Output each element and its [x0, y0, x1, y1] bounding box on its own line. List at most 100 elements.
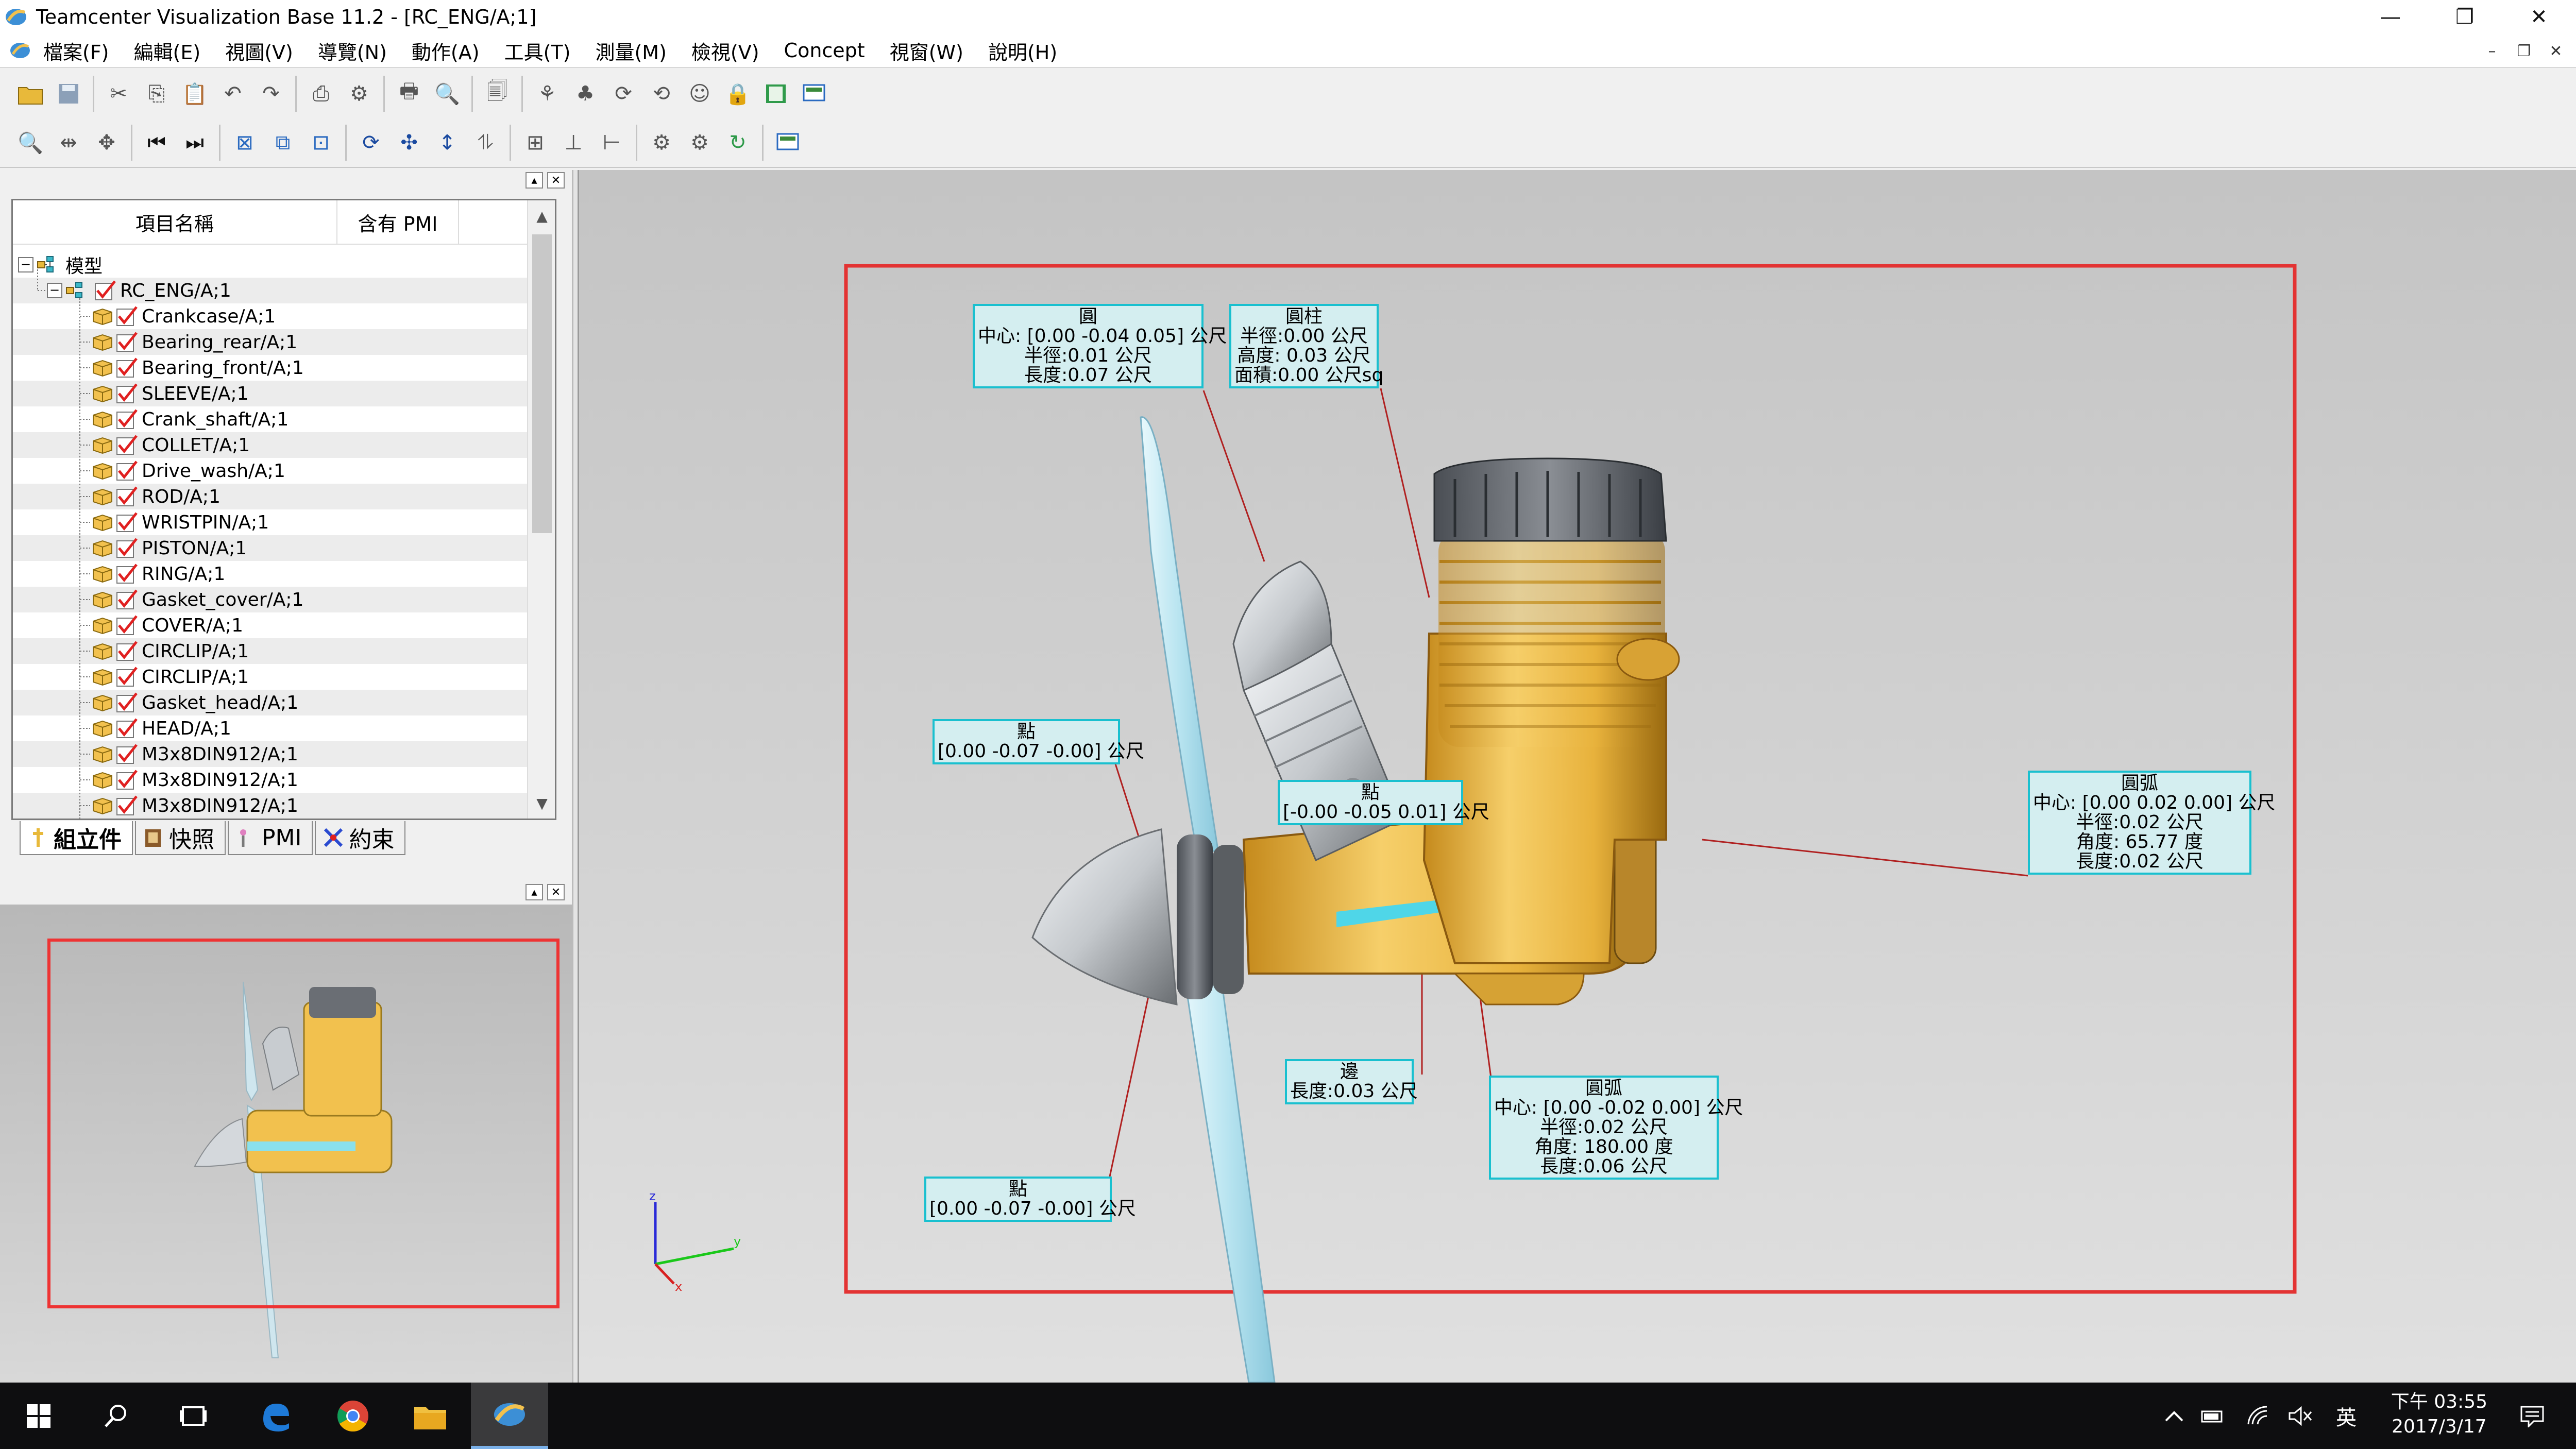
lock-icon[interactable]: 🔒 — [719, 75, 757, 113]
screen-icon[interactable] — [795, 75, 833, 113]
volume-tray[interactable] — [2287, 1383, 2313, 1449]
view-icon[interactable]: ⊡ — [302, 124, 340, 162]
align-icon[interactable]: ⊞ — [516, 124, 554, 162]
hierarchy-icon[interactable]: ♣ — [566, 75, 604, 113]
preview-close-button[interactable]: ✕ — [547, 884, 565, 900]
tree-branch-icon[interactable]: ⊥ — [554, 124, 592, 162]
zoom-window-icon[interactable]: ⧉ — [264, 124, 302, 162]
pmi-edge-annotation[interactable]: 邊 長度:0.03 公尺 — [1285, 1059, 1418, 1104]
close-button[interactable]: ✕ — [2502, 0, 2576, 34]
column-has-pmi[interactable]: 含有 PMI — [337, 200, 459, 244]
pan-icon[interactable]: ⇹ — [49, 124, 88, 162]
panel-splitter[interactable] — [572, 170, 579, 1383]
tab-snapshot[interactable]: 快照 — [135, 821, 226, 855]
tab-pmi[interactable]: PMI — [228, 821, 313, 855]
tab-assembly[interactable]: 組立件 — [20, 821, 133, 855]
thumbnail-view-frame[interactable] — [47, 939, 560, 1308]
scroll-down-arrow[interactable]: ▼ — [528, 788, 555, 819]
menu-measure[interactable]: 測量(M) — [595, 37, 666, 65]
open-folder-icon[interactable] — [11, 75, 49, 113]
edge-browser-button[interactable] — [237, 1383, 314, 1449]
rotate-icon[interactable]: ⟳ — [352, 124, 390, 162]
battery-tray[interactable] — [2200, 1383, 2226, 1449]
page-setup-icon[interactable]: 🔍 — [428, 75, 466, 113]
teamcenter-taskbar-button[interactable] — [471, 1383, 548, 1449]
start-button[interactable] — [0, 1383, 77, 1449]
print-icon[interactable]: ⎙ — [302, 75, 340, 113]
scroll-up-arrow[interactable]: ▲ — [528, 200, 555, 231]
scroll-thumb[interactable] — [532, 234, 552, 533]
menu-navigate[interactable]: 導覽(N) — [318, 37, 387, 65]
mdi-restore-button[interactable]: ❐ — [2508, 39, 2540, 63]
pmi-point-annotation-3[interactable]: 點 [0.00 -0.07 -0.00] 公尺 — [924, 1177, 1136, 1222]
panel-float-button[interactable]: ▴ — [526, 172, 543, 189]
pmi-arc-annotation-1[interactable]: 圓弧 中心: [0.00 0.02 0.00] 公尺 半徑:0.02 公尺 角度… — [2028, 771, 2275, 875]
zoom-icon[interactable]: 🔍 — [11, 124, 49, 162]
minimize-button[interactable]: — — [2353, 0, 2428, 34]
menu-concept[interactable]: Concept — [784, 39, 865, 62]
person-icon[interactable]: ☺ — [681, 75, 719, 113]
pmi-cylinder-annotation[interactable]: 圓柱 半徑:0.00 公尺 高度: 0.03 公尺 面積:0.00 公尺sq — [1229, 304, 1383, 388]
print-preview-icon[interactable]: 🖶 — [390, 75, 428, 113]
sync-icon[interactable]: ⟳ — [604, 75, 642, 113]
network-tray[interactable] — [2246, 1383, 2272, 1449]
pmi-point-annotation-2[interactable]: 點 [-0.00 -0.05 0.01] 公尺 — [1278, 780, 1489, 825]
mdi-minimize-button[interactable]: – — [2476, 39, 2508, 63]
task-view-button[interactable] — [155, 1383, 232, 1449]
display-icon[interactable] — [769, 124, 807, 162]
pmi-arc-annotation-2[interactable]: 圓弧 中心: [0.00 -0.02 0.00] 公尺 半徑:0.02 公尺 角… — [1489, 1076, 1743, 1180]
menu-tools[interactable]: 工具(T) — [504, 37, 571, 65]
first-frame-icon[interactable]: ⏮ — [138, 124, 176, 162]
search-button[interactable] — [77, 1383, 155, 1449]
fit-all-icon[interactable]: ⊠ — [226, 124, 264, 162]
document-app-icon[interactable] — [8, 39, 32, 62]
file-explorer-button[interactable] — [392, 1383, 469, 1449]
menu-edit[interactable]: 編輯(E) — [134, 37, 201, 65]
menu-action[interactable]: 動作(A) — [412, 37, 480, 65]
panel-close-button[interactable]: ✕ — [547, 172, 565, 189]
section-icon[interactable]: ⥮ — [466, 124, 504, 162]
taskbar-clock[interactable]: 下午 03:55 2017/3/17 — [2391, 1390, 2487, 1439]
tree-icon[interactable]: ⚘ — [528, 75, 566, 113]
show-hidden-icons-button[interactable] — [2164, 1383, 2184, 1449]
chrome-browser-button[interactable] — [314, 1383, 392, 1449]
3d-viewport[interactable]: z y x 圓 中心: [0.00 -0.04 0.05] 公尺 半徑:0.01… — [579, 170, 2576, 1383]
group-a-icon[interactable]: ⚙ — [642, 124, 681, 162]
menu-view[interactable]: 視圖(V) — [225, 37, 293, 65]
paste-icon[interactable]: 📋 — [176, 75, 214, 113]
vertical-move-icon[interactable]: ↕ — [428, 124, 466, 162]
tree-vertical-scrollbar[interactable]: ▲ ▼ — [527, 200, 555, 819]
undo-icon[interactable]: ↶ — [214, 75, 252, 113]
toolbar-separator — [636, 125, 637, 161]
pick-icon[interactable]: ✥ — [88, 124, 126, 162]
input-method-indicator[interactable]: 英 — [2336, 1383, 2357, 1449]
task-view-icon — [180, 1406, 207, 1426]
menu-inspect[interactable]: 檢視(V) — [691, 37, 759, 65]
save-icon[interactable] — [49, 75, 88, 113]
toolbar-separator — [295, 76, 297, 112]
menu-help[interactable]: 說明(H) — [988, 37, 1057, 65]
move-icon[interactable]: ✣ — [390, 124, 428, 162]
copy-icon[interactable]: ⎘ — [138, 75, 176, 113]
tab-constraint[interactable]: 約束 — [315, 821, 406, 855]
sync-all-icon[interactable]: ⟲ — [642, 75, 681, 113]
cut-icon[interactable]: ✂ — [99, 75, 138, 113]
overview-thumbnail[interactable] — [0, 905, 572, 1383]
menu-file[interactable]: 檔案(F) — [43, 37, 109, 65]
action-center-button[interactable] — [2519, 1383, 2545, 1449]
group-b-icon[interactable]: ⚙ — [681, 124, 719, 162]
menu-window[interactable]: 視窗(W) — [890, 37, 963, 65]
preview-float-button[interactable]: ▴ — [526, 884, 543, 900]
restore-button[interactable]: ❐ — [2428, 0, 2502, 34]
document-icon[interactable]: 🗐 — [478, 75, 516, 113]
measure-icon[interactable]: ⊢ — [592, 124, 631, 162]
book-icon[interactable] — [757, 75, 795, 113]
last-frame-icon[interactable]: ⏭ — [176, 124, 214, 162]
redo-icon[interactable]: ↷ — [252, 75, 290, 113]
pmi-circle-annotation[interactable]: 圓 中心: [0.00 -0.04 0.05] 公尺 半徑:0.01 公尺 長度… — [973, 304, 1227, 388]
settings-icon[interactable]: ⚙ — [340, 75, 378, 113]
column-item-name[interactable]: 項目名稱 — [13, 200, 337, 244]
refresh-icon[interactable]: ↻ — [719, 124, 757, 162]
mdi-close-button[interactable]: ✕ — [2540, 39, 2572, 63]
pmi-point-annotation-1[interactable]: 點 [0.00 -0.07 -0.00] 公尺 — [933, 719, 1144, 764]
